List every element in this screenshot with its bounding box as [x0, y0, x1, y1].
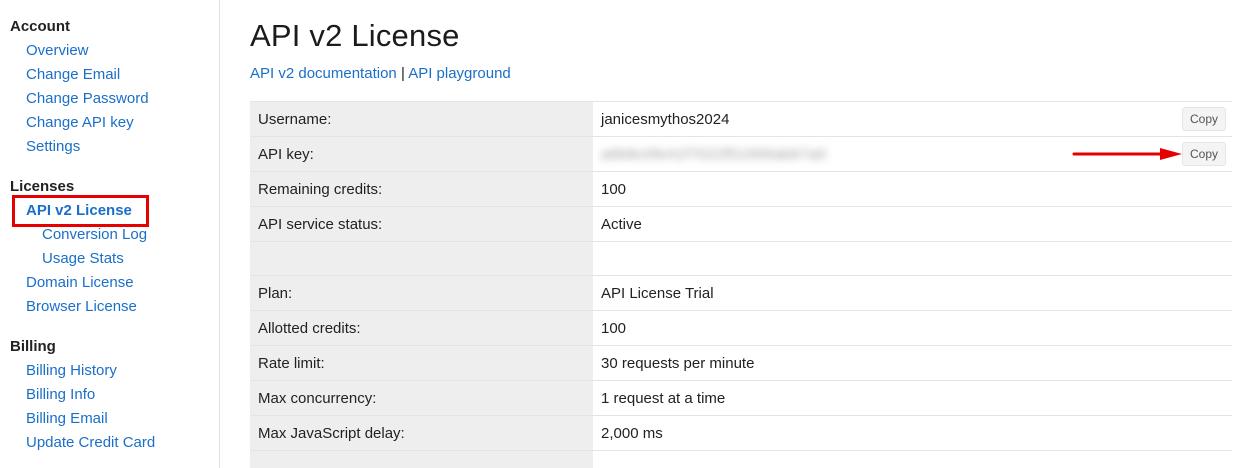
- sidebar-item-domain-license[interactable]: Domain License: [10, 271, 147, 295]
- max-concurrency-value: 1 request at a time: [593, 380, 1232, 416]
- api-key-label: API key:: [250, 136, 593, 172]
- sidebar-item-usage-stats[interactable]: Usage Stats: [10, 247, 147, 271]
- sidebar-item-browser-license[interactable]: Browser License: [10, 295, 147, 319]
- page-title: API v2 License: [250, 18, 460, 53]
- sidebar-item-change-api-key[interactable]: Change API key: [10, 111, 149, 135]
- table-row-allotted-credits: Allotted credits: 100: [250, 310, 1232, 346]
- copy-username-button[interactable]: Copy: [1181, 107, 1226, 131]
- username-cell: janicesmythos2024 Copy: [593, 101, 1232, 137]
- username-value: janicesmythos2024: [601, 110, 730, 128]
- rate-limit-value: 30 requests per minute: [593, 345, 1232, 381]
- table-row-username: Username: janicesmythos2024 Copy: [250, 101, 1232, 137]
- remaining-credits-value: 100: [593, 171, 1232, 207]
- table-row-plan: Plan: API License Trial: [250, 275, 1232, 311]
- table-row-spacer: [250, 241, 1232, 276]
- sidebar-item-billing-history[interactable]: Billing History: [10, 359, 155, 383]
- billing-section: Billing Billing History Billing Info Bil…: [10, 335, 155, 455]
- allotted-credits-value: 100: [593, 310, 1232, 346]
- sidebar-item-billing-email[interactable]: Billing Email: [10, 407, 155, 431]
- sidebar-item-settings[interactable]: Settings: [10, 135, 149, 159]
- main-content: API v2 License API v2 documentation | AP…: [250, 0, 1260, 468]
- spacer-value-cell: [593, 241, 1232, 276]
- account-section: Account Overview Change Email Change Pas…: [10, 15, 149, 159]
- table-row-rate-limit: Rate limit: 30 requests per minute: [250, 345, 1232, 381]
- sidebar-item-change-password[interactable]: Change Password: [10, 87, 149, 111]
- account-heading: Account: [10, 18, 70, 35]
- table-row-partial: [250, 450, 1232, 468]
- service-status-label: API service status:: [250, 206, 593, 242]
- service-status-value: Active: [593, 206, 1232, 242]
- doc-links: API v2 documentation | API playground: [250, 62, 511, 86]
- max-js-delay-value: 2,000 ms: [593, 415, 1232, 451]
- billing-heading: Billing: [10, 338, 56, 355]
- table-row-remaining-credits: Remaining credits: 100: [250, 171, 1232, 207]
- partial-value-cell: [593, 450, 1232, 468]
- max-concurrency-label: Max concurrency:: [250, 380, 593, 416]
- remaining-credits-label: Remaining credits:: [250, 171, 593, 207]
- sidebar-item-billing-info[interactable]: Billing Info: [10, 383, 155, 407]
- partial-label-cell: [250, 450, 593, 468]
- copy-api-key-button[interactable]: Copy: [1181, 142, 1226, 166]
- spacer-label-cell: [250, 241, 593, 276]
- red-arrow-icon: [1072, 148, 1182, 160]
- table-row-max-js-delay: Max JavaScript delay: 2,000 ms: [250, 415, 1232, 451]
- username-label: Username:: [250, 101, 593, 137]
- sidebar: Account Overview Change Email Change Pas…: [0, 0, 220, 468]
- api-playground-link[interactable]: API playground: [408, 65, 511, 82]
- sidebar-item-change-email[interactable]: Change Email: [10, 63, 149, 87]
- table-row-max-concurrency: Max concurrency: 1 request at a time: [250, 380, 1232, 416]
- active-item-highlight-box: [12, 195, 149, 227]
- plan-value: API License Trial: [593, 275, 1232, 311]
- link-separator: |: [400, 65, 405, 82]
- rate-limit-label: Rate limit:: [250, 345, 593, 381]
- allotted-credits-label: Allotted credits:: [250, 310, 593, 346]
- sidebar-item-update-credit-card[interactable]: Update Credit Card: [10, 431, 155, 455]
- plan-label: Plan:: [250, 275, 593, 311]
- sidebar-item-overview[interactable]: Overview: [10, 39, 149, 63]
- api-key-value-blurred: a6b8c0fe41f7022f51999ab67a0: [601, 145, 827, 163]
- api-documentation-link[interactable]: API v2 documentation: [250, 65, 397, 82]
- table-row-service-status: API service status: Active: [250, 206, 1232, 242]
- max-js-delay-label: Max JavaScript delay:: [250, 415, 593, 451]
